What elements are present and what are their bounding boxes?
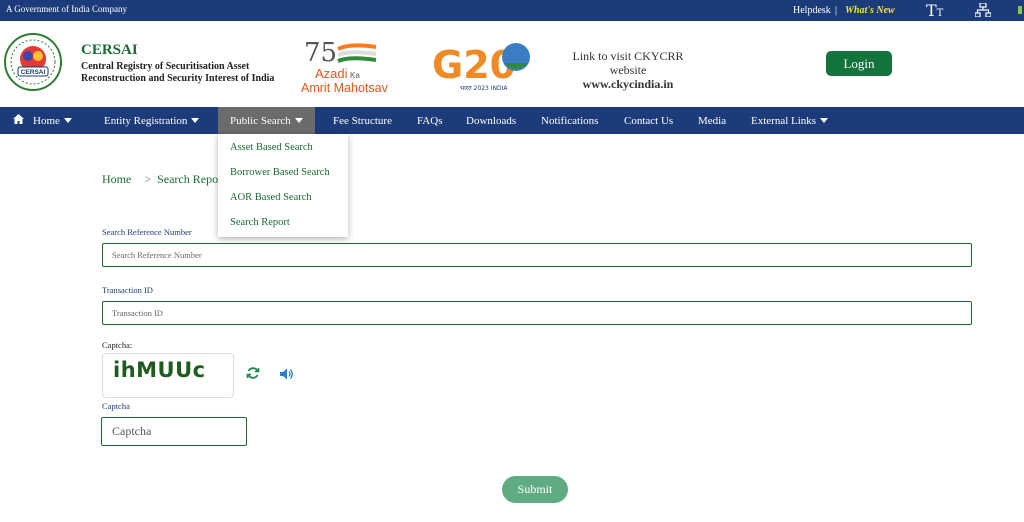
breadcrumb-home[interactable]: Home — [102, 172, 131, 186]
nav-external-links-label: External Links — [751, 114, 817, 127]
captcha-image: ihMUUc — [102, 353, 234, 398]
speaker-icon[interactable] — [280, 367, 294, 385]
nav-downloads-label: Downloads — [466, 114, 517, 127]
captcha-label: Captcha — [102, 401, 130, 411]
dropdown-asset-based-search[interactable]: Asset Based Search — [230, 142, 313, 153]
chevron-down-icon — [294, 118, 303, 123]
chevron-down-icon — [191, 118, 200, 123]
login-button[interactable]: Login — [826, 51, 892, 76]
sitemap-icon[interactable] — [974, 2, 992, 19]
logo-text: CERSAI — [21, 69, 46, 76]
azadi-number: 75 — [304, 38, 337, 68]
ckycrr-url[interactable]: www.ckycindia.in — [553, 77, 703, 91]
org-short-name: CERSAI — [81, 42, 138, 58]
site-header: CERSAI CERSAI Central Registry of Securi… — [0, 21, 1024, 107]
captcha-heading: Captcha: — [102, 340, 133, 350]
g20-text: G20 — [432, 43, 516, 87]
dropdown-aor-based-search[interactable]: AOR Based Search — [230, 192, 312, 203]
nav-faqs-label: FAQs — [417, 114, 443, 127]
nav-public-search-label: Public Search — [230, 114, 291, 127]
breadcrumb: Home > Search Report — [102, 172, 225, 187]
helpdesk-link[interactable]: Helpdesk — [793, 5, 831, 16]
top-strip: A Government of India Company Helpdesk |… — [0, 0, 1024, 21]
azadi-ka-amrit-mahotsav-logo: 75 Azadi Ka Amrit Mahotsav — [300, 35, 405, 97]
ckycrr-text: Link to visit CKYCRR website — [572, 49, 684, 77]
text-size-small: T — [936, 8, 944, 19]
nav-notifications[interactable]: Notifications — [541, 107, 598, 134]
chevron-down-icon — [820, 118, 829, 123]
government-company-text: A Government of India Company — [6, 4, 127, 14]
nav-contact-us[interactable]: Contact Us — [624, 107, 673, 134]
chevron-down-icon — [63, 118, 72, 123]
breadcrumb-separator: > — [144, 172, 152, 186]
nav-external-links[interactable]: External Links — [751, 107, 829, 134]
text-size-big: T — [926, 1, 937, 20]
transaction-id-input[interactable] — [102, 301, 972, 325]
nav-home-label: Home — [33, 114, 60, 127]
cersai-logo[interactable]: CERSAI — [4, 33, 62, 91]
home-icon — [13, 114, 24, 127]
g20-tagline: भारत 2023 INDIA — [460, 85, 508, 92]
nav-notifications-label: Notifications — [541, 114, 599, 127]
azadi-ka: Ka — [350, 71, 360, 80]
topbar-edge-mark — [1018, 6, 1022, 14]
search-reference-input[interactable] — [102, 243, 972, 267]
text-size-icon[interactable]: TT — [926, 1, 943, 20]
nav-entity-registration[interactable]: Entity Registration — [104, 107, 200, 134]
org-full-name: Central Registry of Securitisation Asset… — [81, 61, 275, 84]
topbar-separator: | — [835, 5, 838, 16]
submit-button[interactable]: Submit — [502, 476, 568, 503]
nav-faqs[interactable]: FAQs — [417, 107, 442, 134]
azadi-line2: Amrit Mahotsav — [301, 81, 389, 95]
nav-public-search[interactable]: Public Search — [218, 107, 315, 134]
captcha-input[interactable] — [101, 417, 247, 446]
nav-media-label: Media — [698, 114, 727, 127]
transaction-id-label: Transaction ID — [102, 285, 153, 295]
nav-contact-us-label: Contact Us — [624, 114, 674, 127]
nav-home[interactable]: Home — [13, 107, 72, 134]
nav-downloads[interactable]: Downloads — [466, 107, 516, 134]
search-reference-label: Search Reference Number — [102, 227, 192, 237]
public-search-dropdown: Asset Based Search Borrower Based Search… — [218, 134, 348, 237]
azadi-line1: Azadi — [315, 66, 348, 81]
captcha-code: ihMUUc — [113, 358, 206, 382]
ckycrr-link[interactable]: Link to visit CKYCRR website www.ckycind… — [553, 49, 703, 91]
nav-media[interactable]: Media — [698, 107, 726, 134]
nav-fee-structure[interactable]: Fee Structure — [333, 107, 392, 134]
breadcrumb-current: Search Report — [157, 172, 226, 186]
nav-entity-registration-label: Entity Registration — [104, 114, 188, 127]
nav-fee-structure-label: Fee Structure — [333, 114, 392, 127]
dropdown-search-report[interactable]: Search Report — [230, 217, 290, 228]
dropdown-borrower-based-search[interactable]: Borrower Based Search — [230, 167, 330, 178]
refresh-icon[interactable] — [246, 366, 260, 385]
main-nav: Home Entity Registration Public Search F… — [0, 107, 1024, 134]
whats-new-link[interactable]: What's New — [845, 5, 895, 16]
g20-logo: G20 भारत 2023 INDIA — [430, 33, 540, 95]
